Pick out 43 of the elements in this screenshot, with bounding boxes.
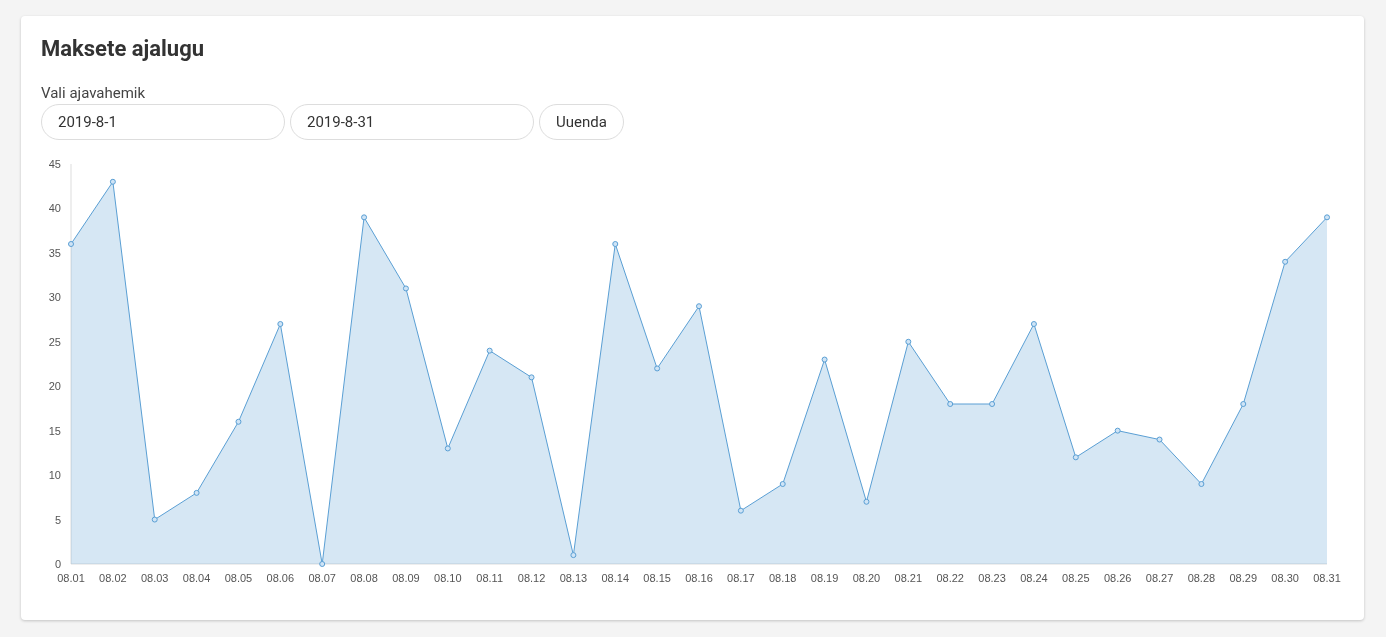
- x-tick-label: 08.31: [1313, 572, 1341, 584]
- x-tick-label: 08.24: [1020, 572, 1048, 584]
- x-tick-label: 08.11: [476, 572, 504, 584]
- x-tick-label: 08.06: [266, 572, 295, 584]
- y-tick-label: 0: [54, 558, 61, 570]
- x-tick-label: 08.09: [392, 572, 420, 584]
- x-tick-label: 08.23: [978, 572, 1006, 584]
- x-tick-label: 08.16: [685, 572, 713, 584]
- y-tick-label: 20: [48, 380, 61, 393]
- page-title: Maksete ajalugu: [41, 36, 205, 61]
- x-tick-label: 08.25: [1062, 572, 1090, 584]
- x-tick-label: 08.14: [601, 572, 630, 584]
- x-tick-label: 08.13: [559, 572, 588, 584]
- x-tick-label: 08.15: [643, 572, 671, 584]
- x-tick-label: 08.12: [517, 572, 546, 584]
- x-tick-label: 08.04: [182, 572, 211, 584]
- x-tick-label: 08.26: [1103, 572, 1132, 584]
- x-tick-label: 08.02: [99, 572, 127, 584]
- x-tick-label: 08.10: [434, 572, 462, 584]
- x-tick-label: 08.08: [350, 572, 378, 584]
- y-tick-label: 15: [48, 424, 61, 437]
- y-tick-label: 10: [48, 469, 61, 482]
- x-tick-label: 08.01: [57, 572, 85, 584]
- x-tick-label: 08.29: [1229, 572, 1258, 584]
- y-tick-label: 45: [48, 158, 61, 170]
- x-tick-label: 08.21: [894, 572, 923, 584]
- x-tick-label: 08.30: [1271, 572, 1299, 584]
- x-tick-label: 08.18: [768, 572, 797, 584]
- x-tick-label: 08.28: [1187, 572, 1216, 584]
- x-tick-label: 08.19: [810, 572, 839, 584]
- x-tick-label: 08.05: [224, 572, 253, 584]
- y-tick-label: 5: [54, 513, 61, 526]
- x-tick-label: 08.27: [1145, 572, 1174, 584]
- y-tick-label: 25: [48, 335, 61, 348]
- x-tick-label: 08.03: [140, 572, 169, 584]
- y-tick-label: 40: [48, 202, 61, 215]
- x-tick-label: 08.22: [936, 572, 964, 584]
- y-tick-label: 35: [48, 246, 61, 259]
- range-label: Vali ajavahemik: [41, 84, 146, 102]
- x-tick-label: 08.20: [852, 572, 881, 584]
- y-tick-label: 30: [48, 291, 61, 304]
- x-tick-label: 08.17: [727, 572, 755, 584]
- x-tick-label: 08.07: [308, 572, 336, 584]
